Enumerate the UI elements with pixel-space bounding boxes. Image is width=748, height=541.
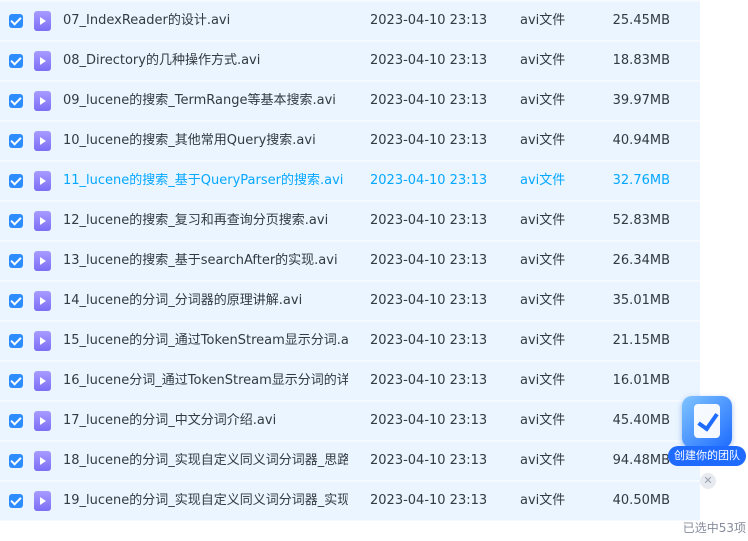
video-file-icon bbox=[34, 291, 51, 311]
video-file-icon bbox=[34, 211, 51, 231]
file-size: 26.34MB bbox=[612, 253, 670, 268]
file-date: 2023-04-10 23:13 bbox=[370, 453, 488, 468]
file-type: avi文件 bbox=[520, 93, 566, 108]
file-size: 25.45MB bbox=[612, 13, 670, 28]
selection-count: 已选中53项 bbox=[682, 521, 746, 535]
video-file-icon bbox=[34, 251, 51, 271]
checkbox-checked-icon[interactable] bbox=[9, 94, 23, 108]
file-name[interactable]: 17_lucene的分词_中文分词介绍.avi bbox=[63, 413, 348, 429]
file-name[interactable]: 14_lucene的分词_分词器的原理讲解.avi bbox=[63, 293, 348, 309]
file-row[interactable]: 18_lucene的分词_实现自定义同义词分词器_思路分... 2023-04-… bbox=[0, 442, 700, 480]
file-row[interactable]: 08_Directory的几种操作方式.avi 2023-04-10 23:13… bbox=[0, 42, 700, 80]
file-row[interactable]: 16_lucene分词_通过TokenStream显示分词的详细... 2023… bbox=[0, 362, 700, 400]
file-name[interactable]: 10_lucene的搜索_其他常用Query搜索.avi bbox=[63, 133, 348, 149]
file-type: avi文件 bbox=[520, 373, 566, 388]
file-size: 18.83MB bbox=[612, 53, 670, 68]
file-date: 2023-04-10 23:13 bbox=[370, 173, 488, 188]
video-file-icon bbox=[34, 91, 51, 111]
file-row[interactable]: 10_lucene的搜索_其他常用Query搜索.avi 2023-04-10 … bbox=[0, 122, 700, 160]
file-type: avi文件 bbox=[520, 213, 566, 228]
file-date: 2023-04-10 23:13 bbox=[370, 133, 488, 148]
video-file-icon bbox=[34, 131, 51, 151]
file-row[interactable]: 12_lucene的搜索_复习和再查询分页搜索.avi 2023-04-10 2… bbox=[0, 202, 700, 240]
file-name[interactable]: 19_lucene的分词_实现自定义同义词分词器_实现分... bbox=[63, 493, 348, 509]
video-file-icon bbox=[34, 411, 51, 431]
checkbox-checked-icon[interactable] bbox=[9, 374, 23, 388]
file-name[interactable]: 11_lucene的搜索_基于QueryParser的搜索.avi bbox=[63, 173, 348, 189]
checkbox-checked-icon[interactable] bbox=[9, 214, 23, 228]
checkbox-checked-icon[interactable] bbox=[9, 454, 23, 468]
file-size: 40.94MB bbox=[612, 133, 670, 148]
file-name[interactable]: 13_lucene的搜索_基于searchAfter的实现.avi bbox=[63, 253, 348, 269]
file-name[interactable]: 15_lucene的分词_通过TokenStream显示分词.avi bbox=[63, 333, 348, 349]
file-row[interactable]: 09_lucene的搜索_TermRange等基本搜索.avi 2023-04-… bbox=[0, 82, 700, 120]
file-size: 40.50MB bbox=[612, 493, 670, 508]
file-date: 2023-04-10 23:13 bbox=[370, 93, 488, 108]
file-row[interactable]: 13_lucene的搜索_基于searchAfter的实现.avi 2023-0… bbox=[0, 242, 700, 280]
file-row[interactable]: 14_lucene的分词_分词器的原理讲解.avi 2023-04-10 23:… bbox=[0, 282, 700, 320]
file-type: avi文件 bbox=[520, 13, 566, 28]
close-icon[interactable]: ✕ bbox=[700, 473, 716, 489]
file-date: 2023-04-10 23:13 bbox=[370, 253, 488, 268]
file-date: 2023-04-10 23:13 bbox=[370, 293, 488, 308]
file-row[interactable]: 15_lucene的分词_通过TokenStream显示分词.avi 2023-… bbox=[0, 322, 700, 360]
checkbox-checked-icon[interactable] bbox=[9, 334, 23, 348]
video-file-icon bbox=[34, 171, 51, 191]
file-row[interactable]: 07_IndexReader的设计.avi 2023-04-10 23:13 a… bbox=[0, 2, 700, 40]
file-size: 16.01MB bbox=[612, 373, 670, 388]
file-date: 2023-04-10 23:13 bbox=[370, 53, 488, 68]
file-name[interactable]: 12_lucene的搜索_复习和再查询分页搜索.avi bbox=[63, 213, 348, 229]
file-type: avi文件 bbox=[520, 173, 566, 188]
checkbox-checked-icon[interactable] bbox=[9, 134, 23, 148]
file-type: avi文件 bbox=[520, 493, 566, 508]
file-size: 39.97MB bbox=[612, 93, 670, 108]
file-list: 07_IndexReader的设计.avi 2023-04-10 23:13 a… bbox=[0, 0, 700, 521]
create-team-widget[interactable]: 创建你的团队 ✕ bbox=[668, 396, 748, 491]
file-type: avi文件 bbox=[520, 133, 566, 148]
file-date: 2023-04-10 23:13 bbox=[370, 373, 488, 388]
file-date: 2023-04-10 23:13 bbox=[370, 213, 488, 228]
file-size: 52.83MB bbox=[612, 213, 670, 228]
file-size: 94.48MB bbox=[612, 453, 670, 468]
file-type: avi文件 bbox=[520, 53, 566, 68]
file-date: 2023-04-10 23:13 bbox=[370, 493, 488, 508]
file-size: 32.76MB bbox=[612, 173, 670, 188]
file-type: avi文件 bbox=[520, 293, 566, 308]
checkbox-checked-icon[interactable] bbox=[9, 414, 23, 428]
file-name[interactable]: 16_lucene分词_通过TokenStream显示分词的详细... bbox=[63, 373, 348, 389]
video-file-icon bbox=[34, 331, 51, 351]
video-file-icon bbox=[34, 51, 51, 71]
video-file-icon bbox=[34, 11, 51, 31]
create-team-label[interactable]: 创建你的团队 bbox=[668, 446, 746, 466]
file-size: 35.01MB bbox=[612, 293, 670, 308]
video-file-icon bbox=[34, 451, 51, 471]
file-date: 2023-04-10 23:13 bbox=[370, 13, 488, 28]
file-date: 2023-04-10 23:13 bbox=[370, 413, 488, 428]
file-type: avi文件 bbox=[520, 333, 566, 348]
file-row[interactable]: 19_lucene的分词_实现自定义同义词分词器_实现分... 2023-04-… bbox=[0, 482, 700, 520]
checkbox-checked-icon[interactable] bbox=[9, 494, 23, 508]
video-file-icon bbox=[34, 371, 51, 391]
file-name[interactable]: 08_Directory的几种操作方式.avi bbox=[63, 53, 348, 69]
file-name[interactable]: 07_IndexReader的设计.avi bbox=[63, 13, 348, 29]
file-type: avi文件 bbox=[520, 413, 566, 428]
file-name[interactable]: 18_lucene的分词_实现自定义同义词分词器_思路分... bbox=[63, 453, 348, 469]
file-size: 21.15MB bbox=[612, 333, 670, 348]
file-type: avi文件 bbox=[520, 253, 566, 268]
checkbox-checked-icon[interactable] bbox=[9, 294, 23, 308]
file-row[interactable]: 17_lucene的分词_中文分词介绍.avi 2023-04-10 23:13… bbox=[0, 402, 700, 440]
file-type: avi文件 bbox=[520, 453, 566, 468]
team-badge-icon[interactable] bbox=[682, 396, 732, 448]
checkbox-checked-icon[interactable] bbox=[9, 54, 23, 68]
file-size: 45.40MB bbox=[612, 413, 670, 428]
file-name[interactable]: 09_lucene的搜索_TermRange等基本搜索.avi bbox=[63, 93, 348, 109]
checkbox-checked-icon[interactable] bbox=[9, 174, 23, 188]
checkbox-checked-icon[interactable] bbox=[9, 254, 23, 268]
video-file-icon bbox=[34, 491, 51, 511]
checkbox-checked-icon[interactable] bbox=[9, 14, 23, 28]
file-row-hovered[interactable]: 11_lucene的搜索_基于QueryParser的搜索.avi 2023-0… bbox=[0, 162, 700, 200]
file-date: 2023-04-10 23:13 bbox=[370, 333, 488, 348]
